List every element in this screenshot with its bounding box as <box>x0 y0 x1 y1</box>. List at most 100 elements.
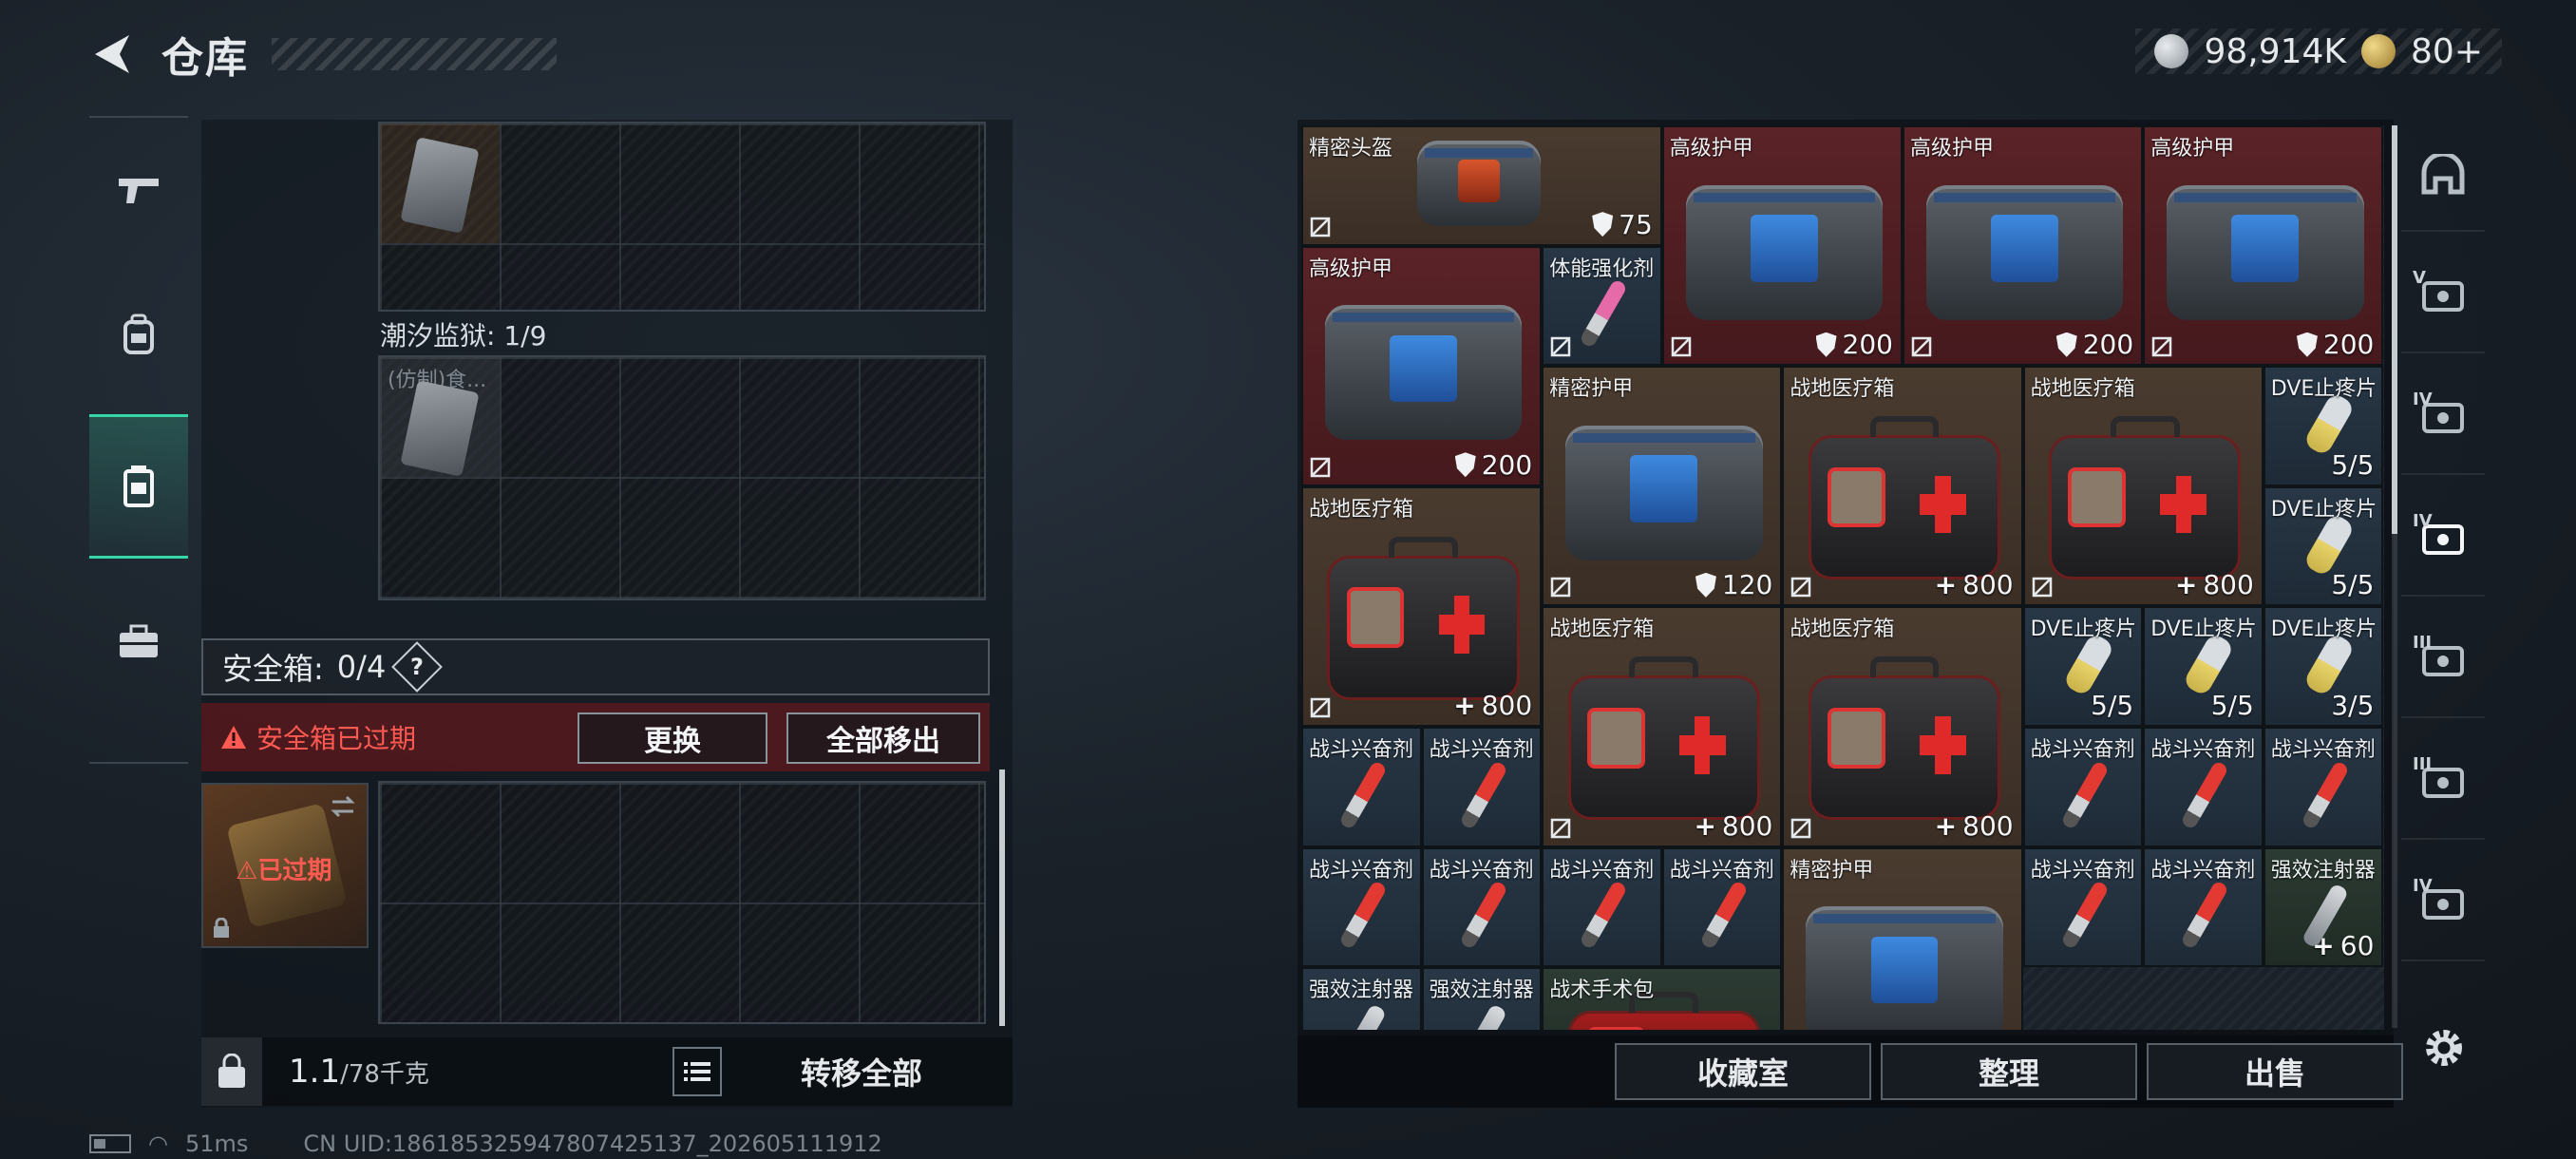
inventory-item[interactable]: 战斗兴奋剂 <box>1421 846 1543 968</box>
category-tools[interactable] <box>89 570 188 714</box>
inventory-item[interactable]: 战斗兴奋剂 <box>1301 727 1422 847</box>
storage-item[interactable] <box>380 124 500 243</box>
safe-case-slot[interactable]: ⚠已过期 <box>201 783 369 948</box>
alert-message: 安全箱已过期 <box>220 718 416 756</box>
silver-amount: 98,914K <box>2204 31 2347 71</box>
item-value: +800 <box>1694 810 1772 842</box>
inventory-item[interactable]: 战地医疗箱 +800 <box>2022 366 2263 607</box>
weight-current: 1.1 <box>289 1053 341 1091</box>
medkit-icon <box>1567 656 1761 821</box>
warning-icon: ⚠ <box>236 857 258 885</box>
inventory-item[interactable]: 战地医疗箱 +800 <box>1782 606 2023 847</box>
inventory-item[interactable]: 战斗兴奋剂 <box>2022 846 2144 968</box>
inventory-item[interactable]: 战斗兴奋剂 <box>1301 846 1422 968</box>
durability-shield-icon <box>1592 212 1614 238</box>
not-bound-icon <box>1550 336 1571 357</box>
safe-box-grid[interactable] <box>378 781 986 1024</box>
inventory-category-backpack[interactable]: IV <box>2401 363 2485 475</box>
inventory-category-armor-rig[interactable]: V <box>2401 241 2485 353</box>
title-decoration <box>272 38 557 70</box>
item-name: 战斗兴奋剂 <box>1309 738 1414 762</box>
swap-icon[interactable] <box>329 792 357 821</box>
helmet-icon <box>2421 154 2465 195</box>
transfer-all-button[interactable]: 转移全部 <box>733 1037 990 1106</box>
inventory-item[interactable]: 战斗兴奋剂 <box>1542 846 1662 968</box>
category-container[interactable] <box>89 414 188 559</box>
inventory-item[interactable]: 高级护甲 200 <box>1301 245 1543 486</box>
inventory-item[interactable]: 精密护甲 120 <box>1542 366 1783 607</box>
item-value: 120 <box>1695 569 1772 600</box>
item-name: 战斗兴奋剂 <box>2030 858 2135 883</box>
inventory-category-helmet[interactable] <box>2401 120 2485 232</box>
inventory-item[interactable]: 战斗兴奋剂 <box>1421 727 1543 847</box>
inventory-item[interactable]: 高级护甲 200 <box>1661 125 1903 367</box>
item-name: 战斗兴奋剂 <box>2150 858 2256 883</box>
medkit-icon <box>1808 656 2001 821</box>
item-name: 精密护甲 <box>1549 377 1634 402</box>
inventory-item[interactable]: 战地医疗箱 +800 <box>1782 366 2023 607</box>
gold-amount[interactable]: 80+ <box>2411 32 2483 71</box>
inventory-item[interactable]: 战斗兴奋剂 <box>2143 727 2263 847</box>
prison-storage-label: 潮汐监狱: 1/9 <box>380 320 547 352</box>
item-value: +800 <box>1935 810 2014 842</box>
collection-room-button[interactable]: 收藏室 <box>1615 1043 1871 1100</box>
inventory-category-keycard[interactable]: IV <box>2401 849 2485 961</box>
inventory-item[interactable]: 精密头盔 75 <box>1301 125 1662 246</box>
inventory-item[interactable]: 强效注射器 +60 <box>2263 846 2384 968</box>
item-value: +60 <box>2312 930 2374 961</box>
inventory-footer: 收藏室 整理 出售 <box>1297 1036 2403 1108</box>
inventory-item[interactable]: 高级护甲 200 <box>1903 125 2144 367</box>
item-value: 5/5 <box>2091 690 2133 721</box>
inventory-category-medkit[interactable]: IV <box>2401 484 2485 597</box>
heal-plus-icon: + <box>1694 809 1716 842</box>
heal-plus-icon: + <box>1934 809 1958 842</box>
sell-button[interactable]: 出售 <box>2147 1043 2403 1100</box>
inventory-item[interactable]: 战斗兴奋剂 <box>2263 727 2384 847</box>
item-value: 200 <box>1815 329 1893 360</box>
inventory-item[interactable]: 战斗兴奋剂 <box>2143 846 2263 968</box>
storage-scrollbar[interactable] <box>999 770 1005 1026</box>
sort-button[interactable]: 整理 <box>1881 1043 2137 1100</box>
inventory-item[interactable]: DVE止疼片 5/5 <box>2263 366 2384 486</box>
expired-tag: ⚠已过期 <box>236 851 331 886</box>
inventory-item[interactable]: 强效注射器 <box>1301 967 1422 1030</box>
inventory-item[interactable]: DVE止疼片 5/5 <box>2143 606 2263 727</box>
inventory-item[interactable]: 战术手术包 <box>1542 967 1783 1030</box>
prison-storage-grid[interactable]: (仿制)食... <box>378 355 986 600</box>
category-equipment[interactable] <box>89 262 188 407</box>
inventory-item[interactable]: 精密护甲 <box>1782 846 2023 1030</box>
warning-icon <box>221 726 246 749</box>
inventory-item[interactable]: DVE止疼片 5/5 <box>2263 485 2384 607</box>
inventory-item[interactable]: 战斗兴奋剂 <box>2022 727 2144 847</box>
inventory-item[interactable]: 高级护甲 200 <box>2143 125 2384 367</box>
storage-item[interactable]: (仿制)食... <box>380 357 500 477</box>
inventory-item[interactable]: 战地医疗箱 +800 <box>1542 606 1783 847</box>
help-icon[interactable]: ? <box>391 641 444 693</box>
category-weapons[interactable] <box>89 118 188 262</box>
move-all-out-button[interactable]: 全部移出 <box>786 712 980 764</box>
list-view-button[interactable] <box>672 1047 722 1096</box>
stimulant-syringe-icon <box>2180 759 2230 830</box>
inventory-item[interactable]: 强效注射器 <box>1421 967 1543 1030</box>
storage-grid-top[interactable] <box>378 122 986 312</box>
not-bound-icon <box>1791 578 1811 598</box>
replace-button[interactable]: 更换 <box>578 712 767 764</box>
back-button[interactable] <box>85 28 139 81</box>
inventory-scrollbar[interactable] <box>2392 125 2397 1028</box>
inventory-item[interactable]: 战地医疗箱 +800 <box>1301 485 1543 727</box>
inventory-item[interactable]: 战斗兴奋剂 <box>1661 846 1783 968</box>
inventory-item[interactable]: DVE止疼片 3/5 <box>2263 606 2384 727</box>
gear-icon[interactable] <box>2420 1024 2468 1072</box>
inventory-item[interactable]: DVE止疼片 5/5 <box>2022 606 2144 727</box>
page-title: 仓库 <box>161 34 249 83</box>
inventory-item[interactable]: 体能强化剂 <box>1542 245 1662 367</box>
item-value: +800 <box>1453 690 1532 721</box>
armor-bag-icon <box>1324 305 1523 441</box>
weight-lock-button[interactable] <box>201 1037 262 1106</box>
alert-text: 安全箱已过期 <box>256 723 417 754</box>
inventory-category-ammo[interactable]: III <box>2401 606 2485 718</box>
inventory-category-tools[interactable]: III <box>2401 728 2485 840</box>
durability-shield-icon <box>2296 332 2318 357</box>
inventory-grid[interactable]: 精密头盔 75 高级护甲 200 高级护甲 200 高级护甲 200 高级护甲 200 体能强化剂精… <box>1301 125 2384 1030</box>
scroll-thumb[interactable] <box>2392 125 2397 534</box>
